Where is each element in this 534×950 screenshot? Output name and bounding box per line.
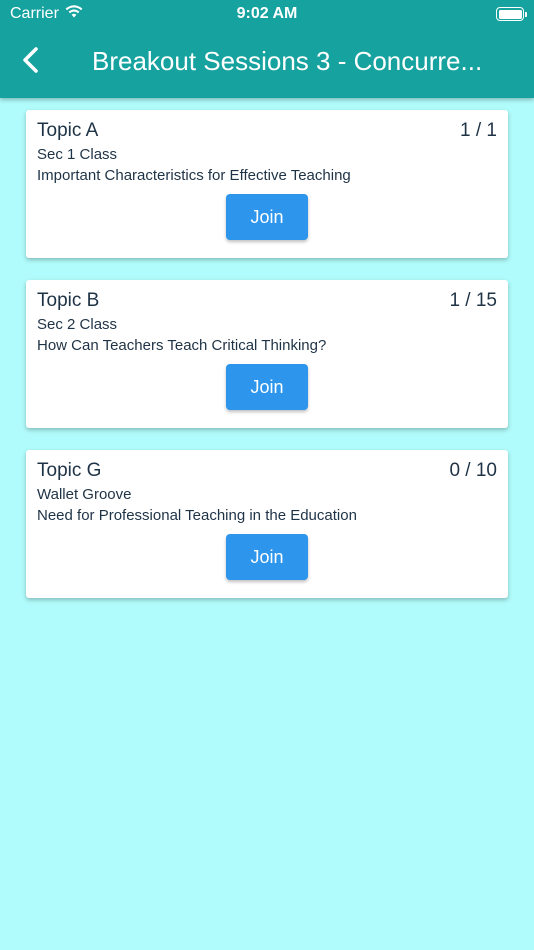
session-description: Important Characteristics for Effective … bbox=[37, 167, 351, 184]
battery-full-icon bbox=[496, 7, 527, 21]
status-bar: Carrier 9:02 AM bbox=[0, 0, 534, 28]
navigation-bar: Breakout Sessions 3 - Concurre... bbox=[0, 28, 534, 98]
app-header: Carrier 9:02 AM Breakout Sessions 3 - Co… bbox=[0, 0, 534, 98]
session-description: Need for Professional Teaching in the Ed… bbox=[37, 507, 357, 524]
status-time: 9:02 AM bbox=[236, 5, 298, 22]
session-card: Topic B 1 / 15 Sec 2 Class How Can Teach… bbox=[26, 280, 508, 428]
join-button[interactable]: Join bbox=[226, 364, 308, 410]
session-topic: Topic G bbox=[37, 460, 102, 481]
session-topic: Topic A bbox=[37, 120, 99, 141]
join-button[interactable]: Join bbox=[226, 194, 308, 240]
session-attendance-count: 1 / 15 bbox=[449, 290, 497, 311]
session-topic: Topic B bbox=[37, 290, 100, 311]
battery-level bbox=[498, 9, 522, 19]
session-attendance-count: 1 / 1 bbox=[460, 120, 497, 141]
back-button[interactable] bbox=[10, 42, 50, 82]
session-description: How Can Teachers Teach Critical Thinking… bbox=[37, 337, 327, 354]
session-class: Sec 1 Class bbox=[37, 146, 118, 163]
session-list: Topic A 1 / 1 Sec 1 Class Important Char… bbox=[26, 110, 508, 620]
session-class: Wallet Groove bbox=[37, 486, 132, 503]
session-attendance-count: 0 / 10 bbox=[449, 460, 497, 481]
join-button[interactable]: Join bbox=[226, 534, 308, 580]
session-class: Sec 2 Class bbox=[37, 316, 118, 333]
session-card: Topic G 0 / 10 Wallet Groove Need for Pr… bbox=[26, 450, 508, 598]
session-card: Topic A 1 / 1 Sec 1 Class Important Char… bbox=[26, 110, 508, 258]
chevron-left-icon bbox=[21, 46, 39, 79]
page-title: Breakout Sessions 3 - Concurre... bbox=[92, 46, 483, 76]
